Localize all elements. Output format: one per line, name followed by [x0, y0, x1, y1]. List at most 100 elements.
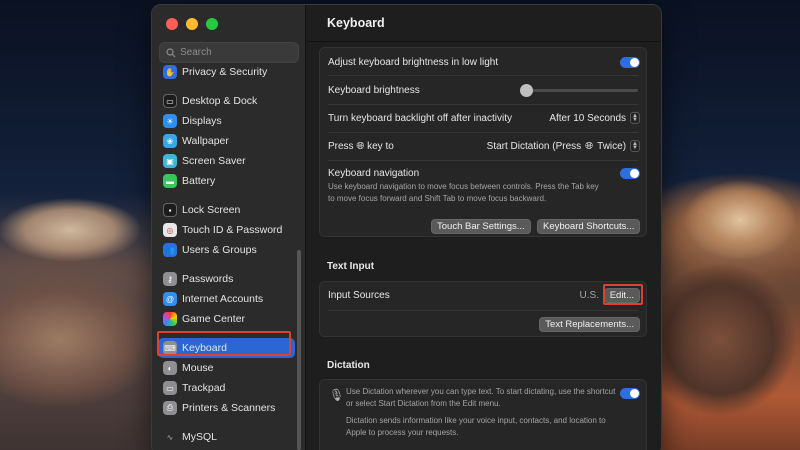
sidebar-item-label: Lock Screen	[182, 204, 241, 216]
dictation-heading: Dictation	[327, 360, 370, 371]
sidebar-item-label: Printers & Scanners	[182, 402, 276, 414]
brightness-low-light-row: Adjust keyboard brightness in low light	[320, 53, 646, 71]
wallpaper-icon: ❀	[163, 134, 177, 148]
text-input-group: Input Sources U.S. Edit... Text Replacem…	[319, 281, 647, 337]
sidebar-item-displays[interactable]: ☀ Displays	[158, 111, 295, 131]
sidebar-item-label: Screen Saver	[182, 155, 246, 167]
backlight-off-row: Turn keyboard backlight off after inacti…	[320, 109, 646, 127]
divider	[328, 132, 638, 133]
hand-icon: ✋	[163, 65, 177, 79]
sidebar-item-label: Passwords	[182, 273, 234, 285]
mouse-icon: ◐	[163, 361, 177, 375]
search-field[interactable]	[159, 42, 299, 63]
text-input-heading: Text Input	[327, 261, 375, 272]
touch-bar-settings-button[interactable]: Touch Bar Settings...	[431, 219, 531, 234]
sidebar-item-label: Battery	[182, 175, 216, 187]
press-key-value: Start Dictation (Press	[486, 140, 582, 152]
users-icon: 👥	[163, 243, 177, 257]
input-sources-edit-button[interactable]: Edit...	[603, 288, 640, 303]
sidebar-item-label: Trackpad	[182, 382, 226, 394]
press-key-label-pre: Press	[328, 140, 354, 152]
sidebar-item-label: Displays	[182, 115, 222, 127]
press-key-label: Press 🌐︎ key to	[328, 141, 394, 152]
keyboard-navigation-description: Use keyboard navigation to move focus be…	[328, 181, 638, 205]
wallpaper-rock-right	[650, 180, 800, 450]
printer-icon: ⎙	[163, 401, 177, 415]
sidebar-item-passwords[interactable]: ⚷ Passwords	[158, 269, 295, 289]
sidebar-item-internet-accounts[interactable]: @ Internet Accounts	[158, 289, 295, 309]
brightness-low-light-toggle[interactable]	[620, 56, 640, 68]
sidebar-item-game-center[interactable]: Game Center	[158, 309, 295, 329]
search-icon	[166, 47, 176, 57]
sidebar-item-wallpaper[interactable]: ❀ Wallpaper	[158, 131, 295, 151]
search-input[interactable]	[180, 47, 290, 58]
divider	[328, 310, 638, 311]
sidebar-item-users-groups[interactable]: 👥 Users & Groups	[158, 240, 295, 260]
mysql-icon: ∿	[163, 430, 177, 444]
display-icon: ☀	[163, 114, 177, 128]
sidebar-item-label: Game Center	[182, 313, 246, 325]
window-controls	[166, 18, 218, 30]
keyboard-brightness-slider[interactable]	[520, 84, 638, 97]
keyboard-icon: ⌨	[163, 341, 177, 355]
sidebar-item-lock-screen[interactable]: ▪ Lock Screen	[158, 200, 295, 220]
gamecenter-icon	[163, 312, 177, 326]
brightness-low-light-label: Adjust keyboard brightness in low light	[328, 56, 499, 68]
fingerprint-icon: ◎	[163, 223, 177, 237]
press-key-label-post: key to	[367, 140, 394, 152]
dictation-toggle[interactable]	[620, 388, 640, 399]
dictation-desc-line: Apple to process your requests.	[346, 428, 459, 437]
sidebar-item-label: Touch ID & Password	[182, 224, 283, 236]
sidebar-item-battery[interactable]: ▬ Battery	[158, 171, 295, 191]
press-key-row: Press 🌐︎ key to Start Dictation (Press 🌐…	[320, 137, 646, 155]
page-title: Keyboard	[327, 16, 385, 30]
keyboard-navigation-toggle[interactable]	[620, 167, 640, 179]
dictation-desc-line: or select Start Dictation from the Edit …	[346, 399, 501, 408]
backlight-off-value: After 10 Seconds	[549, 112, 627, 124]
divider	[328, 75, 638, 76]
divider	[328, 160, 638, 161]
globe-icon: 🌐︎	[585, 140, 594, 152]
sidebar-item-label: Mouse	[182, 362, 214, 374]
backlight-off-label: Turn keyboard backlight off after inacti…	[328, 112, 512, 124]
close-window-button[interactable]	[166, 18, 178, 30]
press-key-popup[interactable]: Start Dictation (Press 🌐︎ Twice) ▲ ▼	[487, 140, 640, 152]
zoom-window-button[interactable]	[206, 18, 218, 30]
sidebar-item-label: Keyboard	[182, 342, 227, 354]
globe-icon: 🌐︎	[356, 140, 365, 152]
sidebar-item-label: Wallpaper	[182, 135, 229, 147]
key-icon: ⚷	[163, 272, 177, 286]
keyboard-navigation-desc-line: Use keyboard navigation to move focus be…	[328, 182, 599, 191]
dock-icon: ▭	[163, 94, 177, 108]
sidebar-item-label: MySQL	[182, 431, 218, 443]
keyboard-brightness-slider-knob[interactable]	[520, 84, 533, 97]
sidebar-scrollbar[interactable]	[297, 250, 301, 450]
keyboard-settings-group: Adjust keyboard brightness in low light …	[319, 47, 647, 237]
press-key-value-post: Twice)	[597, 140, 627, 152]
sidebar-item-privacy-security[interactable]: ✋ Privacy & Security	[158, 65, 295, 82]
sidebar-item-label: Desktop & Dock	[182, 95, 258, 107]
sidebar-item-mouse[interactable]: ◐ Mouse	[158, 358, 295, 378]
sidebar-list: ✋ Privacy & Security ▭ Desktop & Dock ☀ …	[152, 65, 306, 450]
sidebar-item-touch-id[interactable]: ◎ Touch ID & Password	[158, 220, 295, 240]
at-icon: @	[163, 292, 177, 306]
sidebar-item-screen-saver[interactable]: ▣ Screen Saver	[158, 151, 295, 171]
keyboard-navigation-label: Keyboard navigation	[328, 167, 420, 179]
sidebar-item-trackpad[interactable]: ▭ Trackpad	[158, 378, 295, 398]
screensaver-icon: ▣	[163, 154, 177, 168]
system-settings-window: ✋ Privacy & Security ▭ Desktop & Dock ☀ …	[151, 4, 662, 450]
minimize-window-button[interactable]	[186, 18, 198, 30]
title-divider	[307, 41, 661, 42]
sidebar-item-mysql[interactable]: ∿ MySQL	[158, 427, 295, 447]
sidebar-item-keyboard[interactable]: ⌨ Keyboard	[158, 338, 295, 358]
wallpaper-rock-left	[0, 190, 160, 450]
sidebar-item-printers-scanners[interactable]: ⎙ Printers & Scanners	[158, 398, 295, 418]
sidebar-item-desktop-dock[interactable]: ▭ Desktop & Dock	[158, 91, 295, 111]
keyboard-shortcuts-button[interactable]: Keyboard Shortcuts...	[537, 219, 641, 234]
microphone-icon: 🎙︎	[329, 388, 345, 402]
divider	[328, 104, 638, 105]
input-sources-label: Input Sources	[328, 289, 390, 301]
text-replacements-button[interactable]: Text Replacements...	[539, 317, 640, 332]
dictation-desc-line: Dictation sends information like your vo…	[346, 416, 606, 425]
backlight-off-popup[interactable]: After 10 Seconds ▲ ▼	[549, 112, 640, 124]
